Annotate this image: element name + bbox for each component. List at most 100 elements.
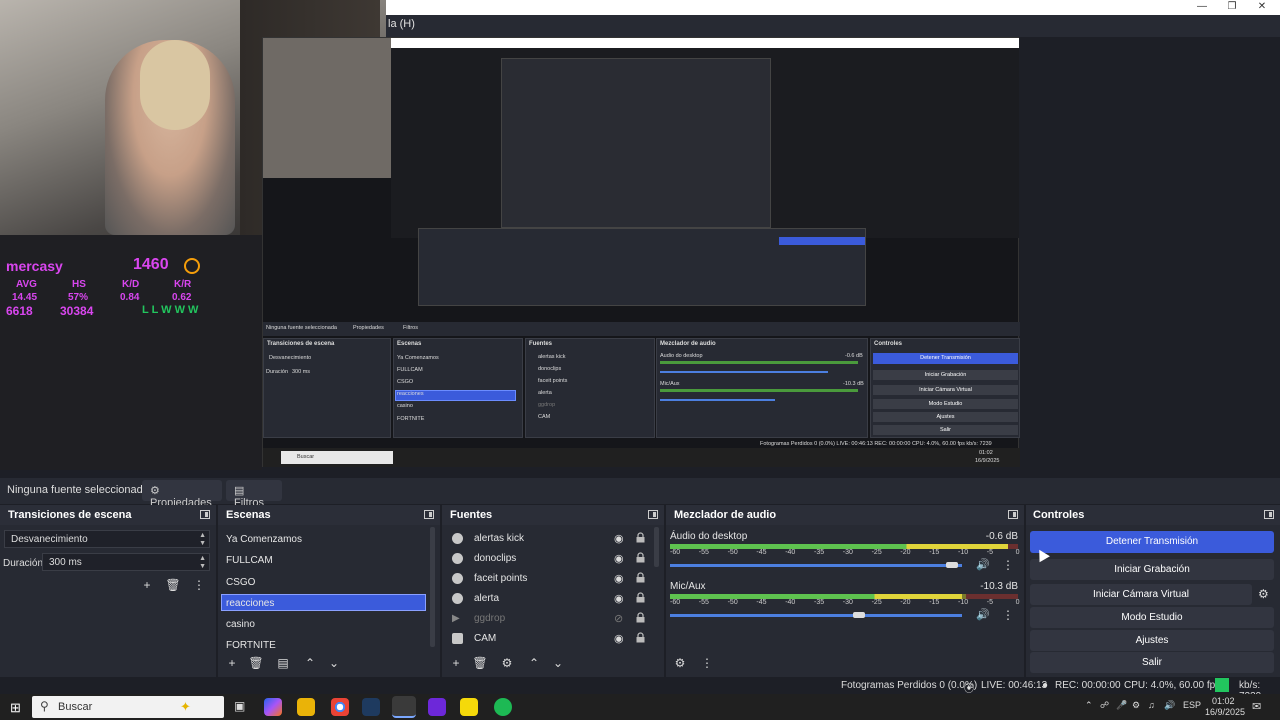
scene-filters-button[interactable]: ▤ [273,654,293,672]
undock-icon[interactable] [1008,510,1018,519]
restore-button[interactable]: ❐ [1218,0,1246,15]
lock-icon[interactable] [636,572,645,583]
tray-chevron-icon[interactable]: ⌃ [1085,700,1093,711]
discord-icon[interactable] [428,698,446,716]
speaker-icon[interactable]: 🔊 [976,608,990,621]
deep-capture-window [501,58,771,228]
lock-icon[interactable] [636,532,645,543]
obs-icon-active[interactable] [392,696,416,718]
move-up-button[interactable]: ⌃ [300,654,320,672]
remove-transition-button[interactable]: 🗑 [163,576,183,594]
nested-ch1-db: -0.6 dB [845,353,863,359]
volume-fader-handle[interactable] [946,562,959,568]
source-item[interactable]: donoclips ◉ [450,551,660,569]
tray-usb-icon[interactable]: ⚙ [1132,700,1140,711]
undock-icon[interactable] [424,510,434,519]
scene-item[interactable]: CSGO [226,577,255,588]
lock-icon[interactable] [636,552,645,563]
add-source-button[interactable]: + [446,654,466,672]
clock-date[interactable]: 16/9/2025 [1205,707,1245,717]
exit-button[interactable]: Salir [1030,652,1274,673]
volume-fader[interactable] [670,562,962,568]
remove-source-button[interactable]: 🗑 [470,654,490,672]
taskbar-search-box[interactable]: ⚲ Buscar ✦ [32,696,224,718]
scenes-scrollbar[interactable] [430,527,435,647]
undock-icon[interactable] [1264,510,1274,519]
start-virtual-cam-button[interactable]: Iniciar Cámara Virtual [1030,584,1252,605]
source-item[interactable]: alerta ◉ [450,591,660,609]
copilot-app-icon[interactable] [264,698,282,716]
nested-scene: FULLCAM [397,367,423,373]
filters-button[interactable]: ▤ Filtros [226,480,282,509]
minimize-button[interactable]: — [1188,0,1216,15]
chrome-icon[interactable] [331,698,349,716]
scene-item[interactable]: Ya Comenzamos [226,534,302,545]
eye-icon[interactable]: ◉ [614,532,624,545]
tray-network-icon[interactable]: ☍ [1100,700,1109,711]
scene-item[interactable]: FORTNITE [226,640,276,651]
windows-start-icon[interactable]: ⊞ [10,700,21,716]
channel-menu-icon[interactable]: ⋮ [1002,608,1014,622]
tray-mic-icon[interactable]: 🎤 [1116,700,1127,711]
file-explorer-icon[interactable] [297,698,315,716]
transitions-header: Transiciones de escena [0,505,216,525]
eye-icon[interactable]: ◉ [614,572,624,585]
source-item[interactable]: faceit points ◉ [450,571,660,589]
source-properties-button[interactable]: ⚙ [497,654,517,672]
mixer-menu-button[interactable]: ⋮ [697,654,717,672]
stop-stream-button[interactable]: Detener Transmisión [1030,531,1274,553]
notepad-icon[interactable] [460,698,478,716]
tray-volume-icon[interactable]: 🔊 [1164,700,1175,711]
channel-menu-icon[interactable]: ⋮ [1002,558,1014,572]
add-transition-button[interactable]: + [137,576,157,594]
language-indicator[interactable]: ESP [1183,700,1201,710]
virtual-cam-settings-icon[interactable]: ⚙ [1258,587,1269,601]
task-view-icon[interactable]: ▣ [234,699,245,713]
lock-icon[interactable] [636,612,645,623]
speaker-icon[interactable]: 🔊 [976,558,990,571]
remove-scene-button[interactable]: 🗑 [246,654,266,672]
clock-time[interactable]: 01:02 [1212,696,1235,706]
start-recording-button[interactable]: Iniciar Grabación [1030,559,1274,580]
undock-icon[interactable] [200,510,210,519]
eye-icon[interactable]: ◉ [614,552,624,565]
browser-icon [452,573,463,584]
duration-spinbox[interactable]: 300 ms ▲ ▼ [42,553,210,571]
settings-button[interactable]: Ajustes [1030,630,1274,651]
steam-icon[interactable] [362,698,380,716]
advanced-audio-button[interactable]: ⚙ [670,654,690,672]
source-item[interactable]: CAM ◉ [450,631,660,649]
undock-icon[interactable] [648,510,658,519]
transition-select[interactable]: Desvanecimiento ▲ ▼ [4,530,210,548]
studio-mode-button[interactable]: Modo Estudio [1030,607,1274,628]
meter-scale-tick: -45 [756,549,767,556]
properties-button[interactable]: ⚙ Propiedades [142,480,222,509]
menu-help[interactable]: la (H) [388,18,415,30]
eye-hidden-icon[interactable]: ⊘ [614,612,623,625]
eye-icon[interactable]: ◉ [614,592,624,605]
add-scene-button[interactable]: + [222,654,242,672]
close-button[interactable]: ✕ [1248,0,1276,15]
search-icon: ⚲ [40,699,49,713]
source-item[interactable]: ▶ ggdrop ⊘ [450,611,660,629]
move-down-button[interactable]: ⌄ [548,654,568,672]
transition-menu-button[interactable]: ⋮ [189,576,209,594]
spotify-icon[interactable] [494,698,512,716]
move-up-button[interactable]: ⌃ [524,654,544,672]
volume-fader-handle[interactable] [852,612,865,618]
source-name: faceit points [474,573,528,584]
volume-fader[interactable] [670,612,962,618]
tray-headset-icon[interactable]: ♫ [1148,700,1155,710]
sources-scrollbar[interactable] [654,527,659,567]
move-down-button[interactable]: ⌄ [324,654,344,672]
scene-item[interactable]: FULLCAM [226,555,273,566]
lock-icon[interactable] [636,592,645,603]
controls-header: Controles [1026,505,1280,525]
scene-item[interactable]: casino [226,619,255,630]
scene-item[interactable]: reacciones [226,598,274,609]
source-item[interactable]: alertas kick ◉ [450,531,660,549]
nested-source: alertas kick [538,354,566,360]
notification-icon[interactable]: ✉ [1252,700,1261,713]
lock-icon[interactable] [636,632,645,643]
eye-icon[interactable]: ◉ [614,632,624,645]
